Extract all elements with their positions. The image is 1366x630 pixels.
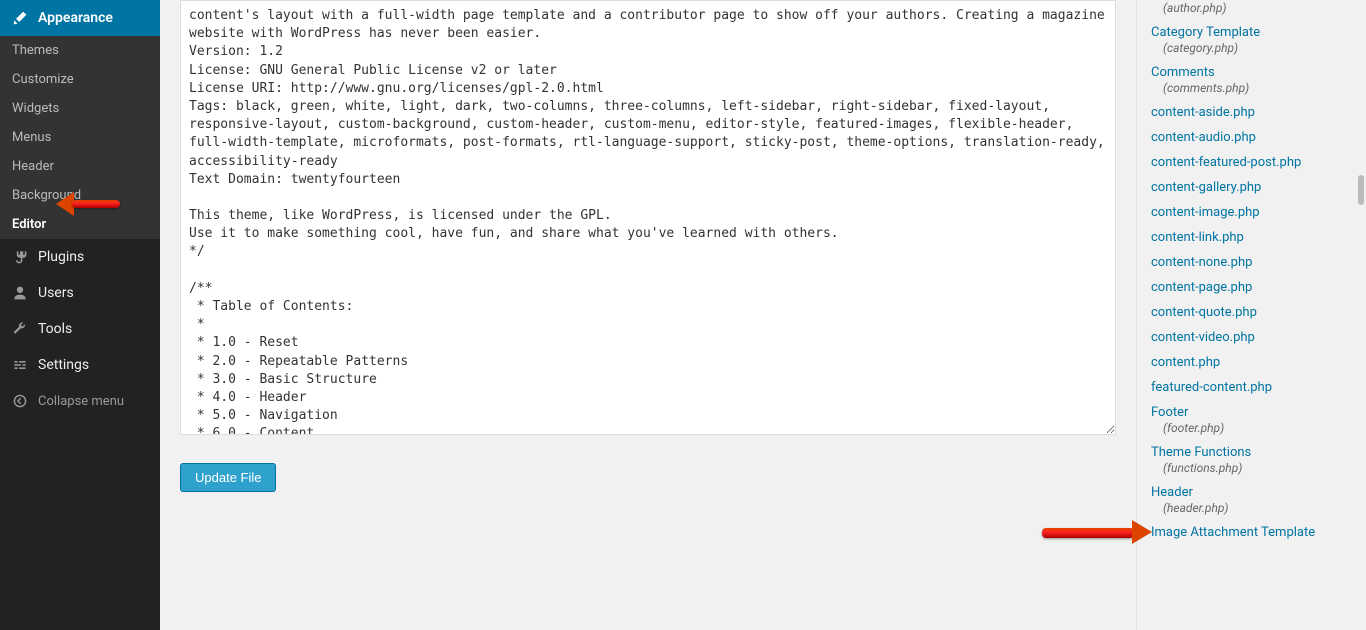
template-item: (author.php) [1151,1,1352,15]
template-item: Image Attachment Template [1151,525,1352,540]
template-filename: (category.php) [1151,41,1352,55]
wrench-icon [10,319,30,339]
template-link[interactable]: Theme Functions [1151,445,1352,460]
template-item: Footer(footer.php) [1151,405,1352,435]
template-link[interactable]: content-featured-post.php [1151,155,1352,170]
template-link[interactable]: content-none.php [1151,255,1352,270]
template-link[interactable]: content-quote.php [1151,305,1352,320]
sidebar-sub-menus[interactable]: Menus [0,123,160,152]
template-item: Comments(comments.php) [1151,65,1352,95]
sidebar-label: Tools [38,321,72,337]
sidebar-sub-background[interactable]: Background [0,181,160,210]
template-filename: (functions.php) [1151,461,1352,475]
sidebar-sub-editor[interactable]: Editor [0,210,160,239]
template-link[interactable]: Header [1151,485,1352,500]
sidebar-sub-themes[interactable]: Themes [0,36,160,65]
collapse-label: Collapse menu [38,394,124,409]
template-link[interactable]: content-video.php [1151,330,1352,345]
template-link[interactable]: content-gallery.php [1151,180,1352,195]
sidebar-settings[interactable]: Settings [0,347,160,383]
sidebar-appearance[interactable]: Appearance [0,0,160,36]
user-icon [10,283,30,303]
sidebar-appearance-label: Appearance [38,10,113,26]
sidebar-sub-widgets[interactable]: Widgets [0,94,160,123]
sidebar-users[interactable]: Users [0,275,160,311]
template-link[interactable]: content-image.php [1151,205,1352,220]
template-item: Header(header.php) [1151,485,1352,515]
template-filename: (header.php) [1151,501,1352,515]
template-filename: (comments.php) [1151,81,1352,95]
appearance-submenu: ThemesCustomizeWidgetsMenusHeaderBackgro… [0,36,160,239]
template-link[interactable]: Category Template [1151,25,1352,40]
sidebar-label: Settings [38,357,89,373]
update-file-button[interactable]: Update File [180,463,276,492]
templates-panel: (author.php) Category Template(category.p… [1136,0,1366,630]
sidebar-sub-header[interactable]: Header [0,152,160,181]
template-link[interactable]: content-page.php [1151,280,1352,295]
template-link[interactable]: Comments [1151,65,1352,80]
sliders-icon [10,355,30,375]
code-editor[interactable]: content's layout with a full-width page … [180,0,1116,435]
template-filename: (author.php) [1151,1,1352,15]
template-link[interactable]: featured-content.php [1151,380,1352,395]
template-link[interactable]: content-link.php [1151,230,1352,245]
template-item: Theme Functions(functions.php) [1151,445,1352,475]
sidebar-plugins[interactable]: Plugins [0,239,160,275]
sidebar-tools[interactable]: Tools [0,311,160,347]
sidebar-label: Plugins [38,249,84,265]
collapse-menu[interactable]: Collapse menu [0,383,160,419]
template-link[interactable]: Image Attachment Template [1151,525,1352,540]
main-content: content's layout with a full-width page … [160,0,1136,630]
template-link[interactable]: content.php [1151,355,1352,370]
sidebar-sub-customize[interactable]: Customize [0,65,160,94]
scrollbar-thumb[interactable] [1358,175,1364,205]
sidebar-label: Users [38,285,74,301]
template-item: Category Template(category.php) [1151,25,1352,55]
collapse-icon [10,391,30,411]
template-filename: (footer.php) [1151,421,1352,435]
admin-sidebar: Appearance ThemesCustomizeWidgetsMenusHe… [0,0,160,630]
plug-icon [10,247,30,267]
template-link[interactable]: Footer [1151,405,1352,420]
template-link[interactable]: content-aside.php [1151,105,1352,120]
template-link[interactable]: content-audio.php [1151,130,1352,145]
brush-icon [10,8,30,28]
